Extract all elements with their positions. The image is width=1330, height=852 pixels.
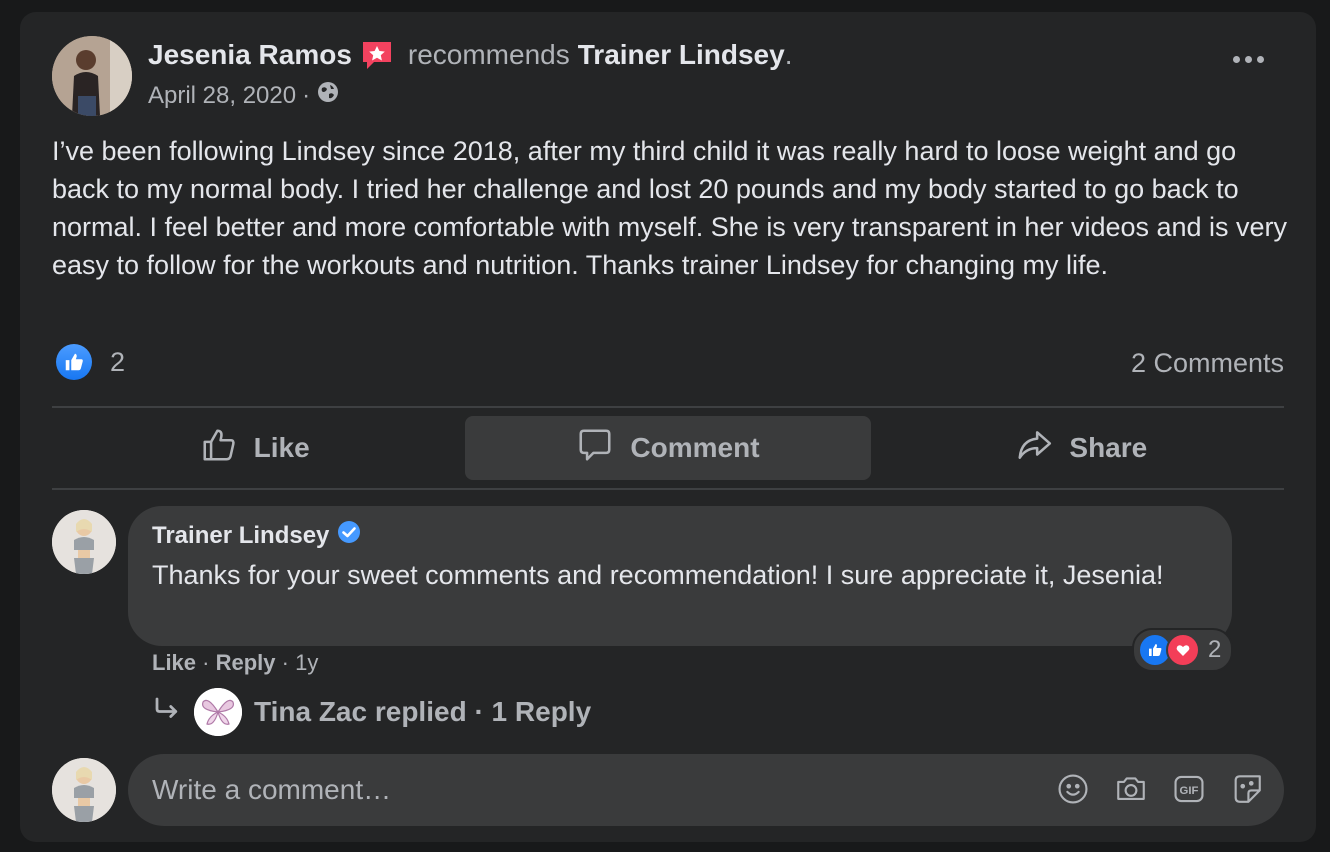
recommends-text: recommends <box>407 39 570 70</box>
post-text: I’ve been following Lindsey since 2018, … <box>52 136 1288 280</box>
camera-icon[interactable] <box>1114 772 1148 806</box>
share-button[interactable]: Share <box>879 416 1284 480</box>
view-replies-link[interactable]: Tina Zac replied · 1 Reply <box>152 688 591 736</box>
post-meta: April 28, 2020 · <box>148 80 340 111</box>
recommended-page-link[interactable]: Trainer Lindsey <box>578 39 785 71</box>
like-count: 2 <box>110 346 126 377</box>
comment-reaction-count: 2 <box>1208 636 1222 663</box>
replies-summary: Tina Zac replied · 1 Reply <box>254 696 592 727</box>
like-button-label: Like <box>253 432 310 463</box>
sticker-icon[interactable] <box>1230 772 1264 806</box>
meta-separator: · <box>202 650 210 675</box>
comment-bubble: Trainer Lindsey Thanks for your sweet co… <box>128 506 1232 646</box>
author-name[interactable]: Jesenia Ramos <box>148 39 352 71</box>
comment-text: Thanks for your sweet comments and recom… <box>152 560 1164 590</box>
reaction-summary[interactable]: 2 <box>56 344 125 380</box>
divider-top <box>52 406 1284 408</box>
like-button[interactable]: Like <box>52 416 457 480</box>
post-header: Jesenia Ramos recommends Trainer Lindsey… <box>148 38 792 72</box>
meta-separator: · <box>281 650 289 675</box>
current-user-avatar[interactable] <box>52 758 116 822</box>
comment-author[interactable]: Trainer Lindsey <box>152 522 329 550</box>
comment-icon <box>576 426 614 471</box>
comment-like-link[interactable]: Like <box>152 650 196 675</box>
like-reaction-icon <box>56 344 92 380</box>
comment-input[interactable]: Write a comment… GIF <box>128 754 1284 826</box>
globe-icon <box>316 80 340 111</box>
comment-age[interactable]: 1y <box>295 650 318 675</box>
date-separator: · <box>302 81 311 109</box>
svg-text:GIF: GIF <box>1180 785 1199 797</box>
post-card: Jesenia Ramos recommends Trainer Lindsey… <box>20 12 1316 842</box>
comment-reply-link[interactable]: Reply <box>216 650 276 675</box>
composer-tools: GIF <box>1056 772 1264 806</box>
comment-reactions[interactable]: 2 <box>1132 628 1234 672</box>
verified-badge-icon <box>337 520 361 551</box>
share-icon <box>1015 426 1053 471</box>
recommend-badge-icon <box>360 38 394 72</box>
reply-arrow-icon <box>152 694 182 731</box>
comment-button-label: Comment <box>630 432 760 463</box>
divider-bottom <box>52 488 1284 490</box>
comments-count[interactable]: 2 Comments <box>1131 348 1284 379</box>
gif-icon[interactable]: GIF <box>1172 772 1206 806</box>
comment-input-placeholder[interactable]: Write a comment… <box>152 774 391 806</box>
replier-avatar[interactable] <box>194 688 242 736</box>
comment-author-row: Trainer Lindsey <box>152 520 361 551</box>
share-button-label: Share <box>1069 432 1148 463</box>
thumbs-up-icon <box>200 426 238 471</box>
header-period: . <box>784 39 793 70</box>
more-icon[interactable] <box>1233 56 1264 63</box>
love-reaction-icon <box>1166 633 1200 667</box>
comment-button[interactable]: Comment <box>465 416 871 480</box>
commenter-avatar[interactable] <box>52 510 116 574</box>
emoji-icon[interactable] <box>1056 772 1090 806</box>
comment-actions: Like · Reply · 1y <box>152 650 318 676</box>
post-date[interactable]: April 28, 2020 <box>148 82 296 110</box>
author-avatar[interactable] <box>52 36 132 116</box>
action-bar: Like Comment Share <box>52 416 1284 480</box>
